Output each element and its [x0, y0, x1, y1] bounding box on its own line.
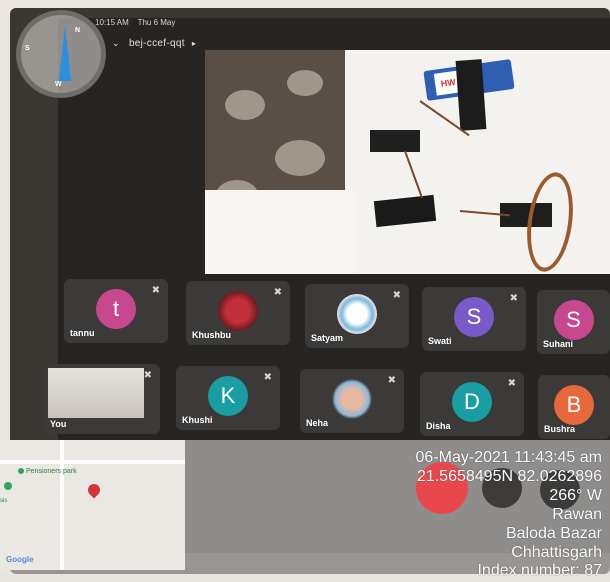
participant-name: Suhani	[543, 339, 574, 349]
fabric-pattern	[275, 140, 325, 176]
cartoon-avatar	[337, 294, 377, 334]
compass-icon: N S W	[16, 10, 106, 98]
mic-off-icon: ✖	[263, 372, 272, 383]
electronic-component	[370, 130, 420, 152]
participant-name: tannu	[70, 328, 95, 338]
participant-avatar: B	[554, 385, 594, 425]
participant-name: Disha	[426, 421, 451, 431]
stamp-index: Index number: 87	[477, 562, 602, 579]
participant-avatar: t	[96, 289, 136, 329]
participant-avatar: K	[208, 376, 248, 416]
map-road	[60, 440, 64, 570]
participant-tile[interactable]: t ✖ tannu	[64, 279, 168, 343]
participant-name: Bushra	[544, 424, 576, 434]
black-tape	[455, 59, 487, 131]
map-poi-label: Pensioners park	[26, 468, 77, 475]
participant-tile[interactable]: ✖ Khushbu	[186, 281, 290, 345]
location-dot-icon	[4, 482, 12, 490]
fabric-pattern	[225, 90, 265, 120]
status-time: 10:15 AM	[95, 18, 129, 27]
participant-name: Satyam	[311, 333, 344, 343]
park-icon	[18, 468, 24, 474]
stamp-district: Baloda Bazar	[505, 525, 602, 542]
compass-label: W	[55, 81, 62, 88]
chevron-right-icon[interactable]: ▸	[192, 39, 196, 48]
participant-tile-self[interactable]: ✖ You	[44, 364, 160, 434]
self-video	[48, 368, 144, 418]
participant-tile[interactable]: K ✖ Khushi	[176, 366, 280, 430]
mic-off-icon: ✖	[507, 378, 516, 389]
participant-avatar: S	[553, 300, 594, 340]
status-bar: 10:15 AM Thu 6 May	[95, 18, 175, 27]
mic-off-icon: ✖	[387, 375, 396, 386]
stamp-heading: 266° W	[549, 487, 602, 504]
stamp-state: Chhattisgarh	[511, 544, 602, 561]
mic-off-icon: ✖	[392, 290, 401, 301]
meeting-code[interactable]: ⌄ bej-ccef-qqt ▸	[112, 38, 196, 49]
participant-tile[interactable]: S ✖ Swati	[422, 287, 526, 351]
compass-needle	[59, 25, 71, 81]
participant-name: Neha	[306, 418, 329, 428]
map-edge-label: sis	[0, 498, 8, 504]
participant-name: Khushi	[182, 415, 213, 425]
google-logo: Google	[6, 555, 34, 564]
stamp-coords: 21.5658495N 82.0262896	[416, 468, 602, 485]
mic-off-icon: ✖	[151, 285, 160, 296]
participant-tile[interactable]: B Bushra	[538, 375, 610, 439]
participant-tile[interactable]: ✖ Satyam	[305, 284, 409, 348]
participant-tile[interactable]: ✖ Neha	[300, 369, 404, 433]
mic-off-icon: ✖	[509, 293, 518, 304]
mic-off-icon: ✖	[273, 287, 282, 298]
mic-off-icon: ✖	[143, 370, 152, 381]
photo: HW 10:15 AM Thu 6 May ⌄ bej-ccef-qqt ▸ N…	[0, 0, 610, 582]
map-pin-icon	[85, 481, 103, 499]
participant-avatar: S	[454, 297, 494, 337]
meeting-code-text: bej-ccef-qqt	[128, 38, 185, 49]
compass-label: N	[75, 27, 81, 34]
compass-label: S	[25, 45, 30, 52]
participant-name: Khushbu	[192, 330, 231, 340]
rose-avatar	[218, 291, 258, 331]
chevron-down-icon[interactable]: ⌄	[112, 38, 120, 48]
fabric-pattern	[287, 70, 323, 96]
stamp-datetime: 06-May-2021 11:43:45 am	[415, 449, 602, 466]
map-overlay[interactable]: Pensioners park sis Google	[0, 440, 185, 570]
girl-avatar	[332, 379, 372, 419]
participant-avatar: D	[452, 382, 492, 422]
map-road	[0, 460, 185, 464]
participant-name: You	[50, 419, 67, 429]
stamp-place: Rawan	[552, 506, 602, 523]
participant-name: Swati	[428, 336, 452, 346]
participant-tile[interactable]: D ✖ Disha	[420, 372, 524, 436]
participant-tile[interactable]: S Suhani	[537, 290, 610, 354]
paper-sheet	[205, 190, 355, 274]
status-date: Thu 6 May	[137, 18, 176, 27]
